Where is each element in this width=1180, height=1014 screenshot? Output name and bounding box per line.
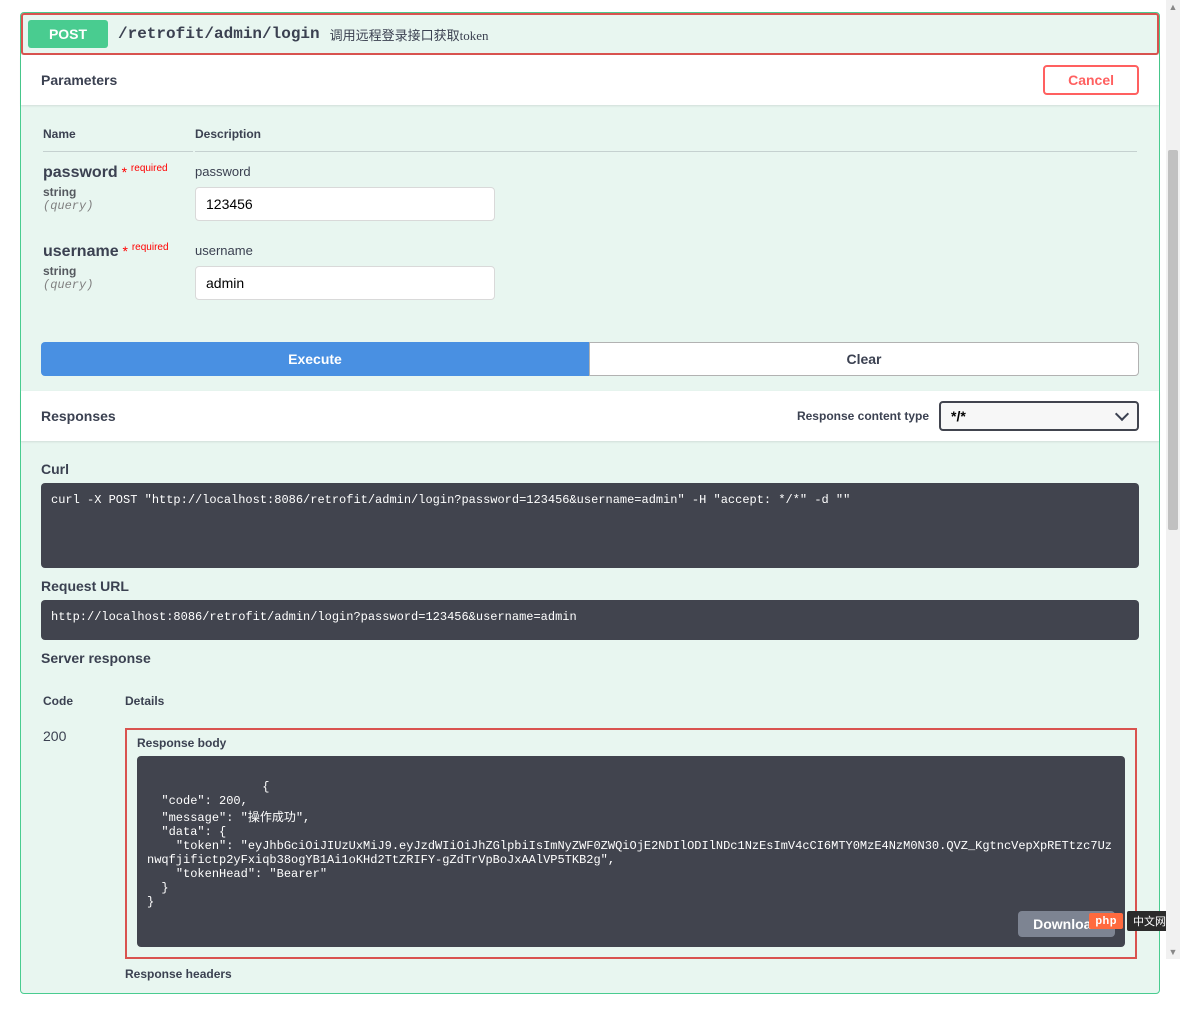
response-body-label: Response body bbox=[137, 736, 1125, 750]
request-url-value: http://localhost:8086/retrofit/admin/log… bbox=[41, 600, 1139, 640]
responses-title: Responses bbox=[41, 408, 116, 424]
response-table: Code Details 200 Response body { "code":… bbox=[21, 682, 1159, 993]
column-description-header: Description bbox=[195, 117, 1137, 152]
execute-button[interactable]: Execute bbox=[41, 342, 589, 376]
execute-row: Execute Clear bbox=[21, 322, 1159, 391]
required-star-icon: * bbox=[122, 164, 127, 180]
details-column-header: Details bbox=[125, 684, 1137, 716]
response-body-section: Curl curl -X POST "http://localhost:8086… bbox=[21, 441, 1159, 682]
watermark: php 中文网 bbox=[1089, 911, 1172, 931]
scrollbar-thumb[interactable] bbox=[1168, 150, 1178, 530]
column-name-header: Name bbox=[43, 117, 193, 152]
request-url-label: Request URL bbox=[41, 578, 1139, 594]
operation-block: POST /retrofit/admin/login 调用远程登录接口获取tok… bbox=[20, 12, 1160, 994]
cancel-button[interactable]: Cancel bbox=[1043, 65, 1139, 95]
response-code: 200 bbox=[43, 718, 123, 991]
scroll-up-icon[interactable]: ▲ bbox=[1166, 0, 1180, 14]
param-description: password bbox=[195, 164, 1137, 179]
responses-header: Responses Response content type */* bbox=[21, 391, 1159, 441]
content-type-label: Response content type bbox=[797, 409, 929, 423]
content-type-select[interactable]: */* bbox=[939, 401, 1139, 431]
clear-button[interactable]: Clear bbox=[589, 342, 1139, 376]
param-name: password bbox=[43, 164, 118, 181]
endpoint-path: /retrofit/admin/login bbox=[118, 25, 320, 43]
parameters-title: Parameters bbox=[41, 72, 117, 88]
param-type: string bbox=[43, 182, 193, 199]
required-star-icon: * bbox=[122, 243, 127, 259]
code-column-header: Code bbox=[43, 684, 123, 716]
scroll-down-icon[interactable]: ▼ bbox=[1166, 945, 1180, 959]
required-label: required bbox=[131, 163, 168, 174]
method-badge: POST bbox=[28, 20, 108, 48]
server-response-label: Server response bbox=[41, 650, 1139, 666]
parameter-row: username * required string (query) usern… bbox=[43, 233, 1137, 310]
param-type: string bbox=[43, 261, 193, 278]
php-badge-icon: php bbox=[1089, 913, 1123, 929]
username-input[interactable] bbox=[195, 266, 495, 300]
response-detail-highlight: Response body { "code": 200, "message": … bbox=[125, 728, 1137, 959]
parameters-header: Parameters Cancel bbox=[21, 55, 1159, 105]
param-description: username bbox=[195, 243, 1137, 258]
required-label: required bbox=[132, 242, 169, 253]
scrollbar[interactable]: ▲ ▼ bbox=[1166, 0, 1180, 959]
parameter-row: password * required string (query) passw… bbox=[43, 154, 1137, 231]
endpoint-description: 调用远程登录接口获取token bbox=[330, 25, 489, 44]
param-in: (query) bbox=[43, 278, 193, 292]
parameters-table: Name Description password * required str… bbox=[21, 105, 1159, 322]
operation-summary[interactable]: POST /retrofit/admin/login 调用远程登录接口获取tok… bbox=[21, 13, 1159, 55]
curl-command: curl -X POST "http://localhost:8086/retr… bbox=[41, 483, 1139, 568]
password-input[interactable] bbox=[195, 187, 495, 221]
param-in: (query) bbox=[43, 199, 193, 213]
param-name: username bbox=[43, 243, 119, 260]
response-body-content: { "code": 200, "message": "操作成功", "data"… bbox=[137, 756, 1125, 947]
response-headers-label: Response headers bbox=[125, 967, 1137, 981]
curl-label: Curl bbox=[41, 461, 1139, 477]
